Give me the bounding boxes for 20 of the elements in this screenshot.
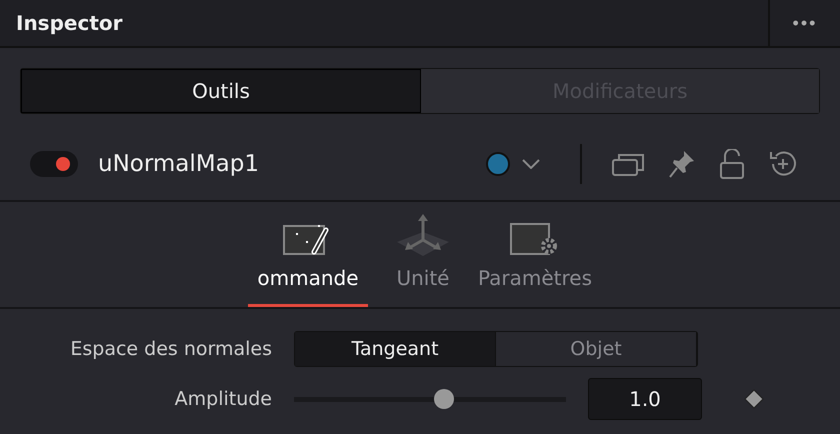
more-menu-button[interactable]: ••• xyxy=(768,0,840,46)
keyframe-diamond-icon[interactable] xyxy=(744,389,764,409)
chevron-down-icon[interactable] xyxy=(522,159,540,169)
value-field[interactable]: 1.0 xyxy=(588,378,702,420)
tool-tab[interactable]: ommande xyxy=(248,202,368,307)
option-button[interactable]: Tangeant xyxy=(295,332,496,366)
unlocked-padlock-icon[interactable] xyxy=(720,149,744,179)
tool-tab[interactable]: Unité xyxy=(388,202,458,307)
panel-title: Inspector xyxy=(15,11,124,35)
enable-toggle[interactable] xyxy=(30,151,78,177)
3d-axes-icon xyxy=(394,212,451,258)
mode-tab[interactable]: Outils xyxy=(21,69,421,113)
stacked-windows-icon[interactable] xyxy=(612,152,644,176)
pin-icon[interactable] xyxy=(668,149,696,179)
node-color-dot[interactable] xyxy=(486,152,510,176)
node-name: uNormalMap1 xyxy=(98,151,260,177)
slider-thumb[interactable] xyxy=(434,389,454,409)
field-label: Espace des normales xyxy=(69,338,273,360)
tool-tab[interactable]: Paramètres xyxy=(478,202,592,307)
field-label: Amplitude xyxy=(174,388,273,410)
